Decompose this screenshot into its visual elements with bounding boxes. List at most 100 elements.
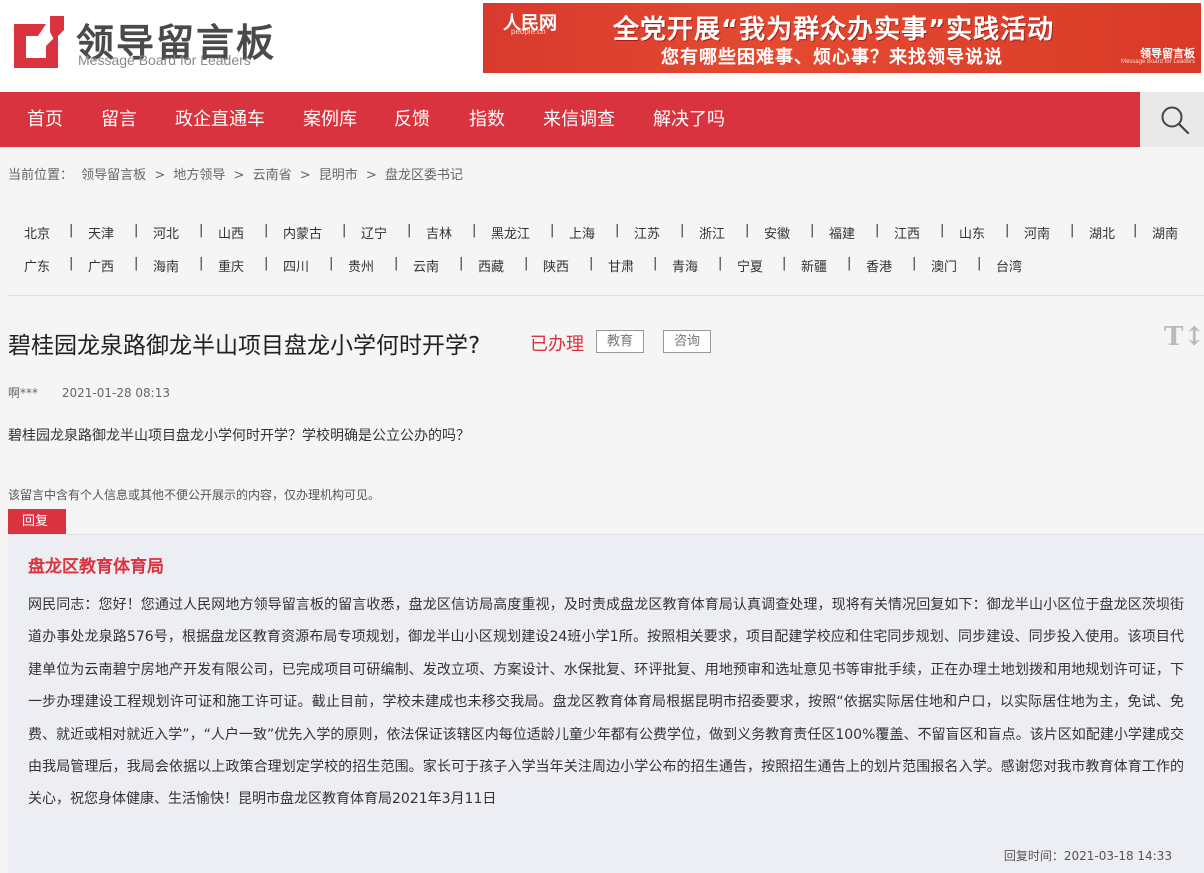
province-link[interactable]: 重庆 — [218, 256, 244, 275]
search-button[interactable] — [1140, 92, 1204, 147]
province-link[interactable]: 河南 — [1024, 223, 1050, 242]
province-separator: | — [653, 256, 658, 271]
province-link[interactable]: 江西 — [894, 223, 920, 242]
question-date: 2021-01-28 08:13 — [61, 386, 170, 400]
province-link[interactable]: 河北 — [153, 223, 179, 242]
nav-item-gov-enterprise[interactable]: 政企直通车 — [175, 92, 265, 147]
province-separator: | — [199, 223, 204, 238]
nav-item-resolved[interactable]: 解决了吗 — [653, 92, 725, 147]
banner-headline: 全党开展“我为群众办实事”实践活动 — [613, 15, 1055, 45]
province-link[interactable]: 山东 — [959, 223, 985, 242]
province-separator: | — [329, 256, 334, 271]
breadcrumb-separator: > — [299, 168, 311, 183]
province-link[interactable]: 青海 — [672, 256, 698, 275]
privacy-note: 该留言中含有个人信息或其他不便公开展示的内容，仅办理机构可见。 — [8, 488, 381, 502]
province-link[interactable]: 甘肃 — [608, 256, 634, 275]
reply-timestamp: 回复时间：2021-03-18 14:33 — [1004, 847, 1172, 864]
province-link[interactable]: 四川 — [283, 256, 309, 275]
province-link[interactable]: 辽宁 — [361, 223, 387, 242]
province-link[interactable]: 海南 — [153, 256, 179, 275]
breadcrumb-item-leader[interactable]: 盘龙区委书记 — [385, 168, 463, 183]
province-link[interactable]: 湖南 — [1152, 223, 1178, 242]
province-separator: | — [745, 223, 750, 238]
province-link[interactable]: 新疆 — [801, 256, 827, 275]
reply-organization: 盘龙区教育体育局 — [28, 557, 164, 577]
logo-mark-icon — [14, 16, 64, 68]
province-separator: | — [407, 223, 412, 238]
reply-panel: 盘龙区教育体育局 网民同志：您好！您通过人民网地方领导留言板的留言收悉，盘龙区信… — [8, 534, 1204, 873]
province-separator: | — [1133, 223, 1138, 238]
breadcrumb-item-city[interactable]: 昆明市 — [319, 168, 358, 183]
province-link[interactable]: 宁夏 — [737, 256, 763, 275]
province-separator: | — [875, 223, 880, 238]
province-link[interactable]: 澳门 — [931, 256, 957, 275]
province-separator: | — [940, 223, 945, 238]
province-link[interactable]: 黑龙江 — [491, 223, 530, 242]
province-separator: | — [134, 256, 139, 271]
province-separator: | — [264, 256, 269, 271]
breadcrumb-separator: > — [233, 168, 245, 183]
province-link[interactable]: 福建 — [829, 223, 855, 242]
province-separator: | — [394, 256, 399, 271]
breadcrumb-separator: > — [365, 168, 377, 183]
breadcrumb-separator: > — [154, 168, 166, 183]
province-separator: | — [847, 256, 852, 271]
nav-item-index[interactable]: 指数 — [469, 92, 505, 147]
question-meta: 啊*** 2021-01-28 08:13 — [8, 384, 170, 401]
tag-consult[interactable]: 咨询 — [663, 330, 712, 353]
banner-subline: 您有哪些困难事、烦心事？来找领导说说 — [661, 47, 1003, 68]
province-separator: | — [615, 223, 620, 238]
breadcrumb-item-province[interactable]: 云南省 — [253, 168, 292, 183]
province-link[interactable]: 吉林 — [426, 223, 452, 242]
reply-text: 网民同志：您好！您通过人民网地方领导留言板的留言收悉，盘龙区信访局高度重视，及时… — [28, 597, 1184, 808]
site-logo[interactable]: 领导留言板 Message Board for Leaders — [10, 10, 280, 70]
province-link[interactable]: 贵州 — [348, 256, 374, 275]
province-link[interactable]: 陕西 — [543, 256, 569, 275]
divider — [8, 295, 1204, 296]
breadcrumb: 当前位置： 领导留言板 > 地方领导 > 云南省 > 昆明市 > 盘龙区委书记 — [8, 164, 467, 183]
province-link[interactable]: 湖北 — [1089, 223, 1115, 242]
nav-item-messages[interactable]: 留言 — [101, 92, 137, 147]
province-link[interactable]: 香港 — [866, 256, 892, 275]
province-link[interactable]: 台湾 — [996, 256, 1022, 275]
tag-education[interactable]: 教育 — [596, 330, 645, 353]
nav-item-home[interactable]: 首页 — [27, 92, 63, 147]
province-separator: | — [69, 223, 74, 238]
province-separator: | — [199, 256, 204, 271]
province-link[interactable]: 广西 — [88, 256, 114, 275]
province-separator: | — [472, 223, 477, 238]
province-link[interactable]: 广东 — [24, 256, 50, 275]
breadcrumb-prefix: 当前位置： — [8, 168, 74, 183]
province-link[interactable]: 内蒙古 — [283, 223, 322, 242]
nav-item-cases[interactable]: 案例库 — [303, 92, 357, 147]
province-separator: | — [782, 256, 787, 271]
province-link[interactable]: 江苏 — [634, 223, 660, 242]
site-header: 领导留言板 Message Board for Leaders 人民网 peop… — [0, 0, 1204, 92]
province-separator: | — [810, 223, 815, 238]
breadcrumb-item-local[interactable]: 地方领导 — [173, 168, 225, 183]
question-title: 碧桂园龙泉路御龙半山项目盘龙小学何时开学? — [8, 333, 481, 359]
province-link[interactable]: 西藏 — [478, 256, 504, 275]
province-separator: | — [134, 223, 139, 238]
province-separator: | — [718, 256, 723, 271]
province-link[interactable]: 天津 — [88, 223, 114, 242]
province-separator: | — [1005, 223, 1010, 238]
province-link[interactable]: 山西 — [218, 223, 244, 242]
font-size-icon[interactable]: T↕ — [1164, 322, 1204, 352]
province-link[interactable]: 安徽 — [764, 223, 790, 242]
province-link[interactable]: 北京 — [24, 223, 50, 242]
promo-banner[interactable]: 人民网 people.cn 全党开展“我为群众办实事”实践活动 您有哪些困难事、… — [483, 3, 1201, 73]
province-separator: | — [589, 256, 594, 271]
province-link[interactable]: 浙江 — [699, 223, 725, 242]
province-list-row-2: 广东 | 广西 | 海南 | 重庆 | 四川 | 贵州 | 云南 | 西藏 | 陕西 | 甘肃 | 青海 | 宁夏 | 新疆 | 香… — [0, 256, 1204, 276]
province-separator: | — [69, 256, 74, 271]
site-subtitle: Message Board for Leaders — [78, 52, 251, 68]
nav-item-feedback[interactable]: 反馈 — [394, 92, 430, 147]
province-link[interactable]: 上海 — [569, 223, 595, 242]
province-link[interactable]: 云南 — [413, 256, 439, 275]
banner-brand-sub: Message Board for Leaders — [1120, 59, 1195, 65]
breadcrumb-item-board[interactable]: 领导留言板 — [81, 168, 146, 183]
nav-item-survey[interactable]: 来信调查 — [543, 92, 615, 147]
province-list-row-1: 北京 | 天津 | 河北 | 山西 | 内蒙古 | 辽宁 | 吉林 | 黑龙江 | 上海 | 江苏 | 浙江 | 安徽 | 福建… — [0, 223, 1204, 243]
reply-time-label: 回复时间： — [1003, 849, 1064, 863]
